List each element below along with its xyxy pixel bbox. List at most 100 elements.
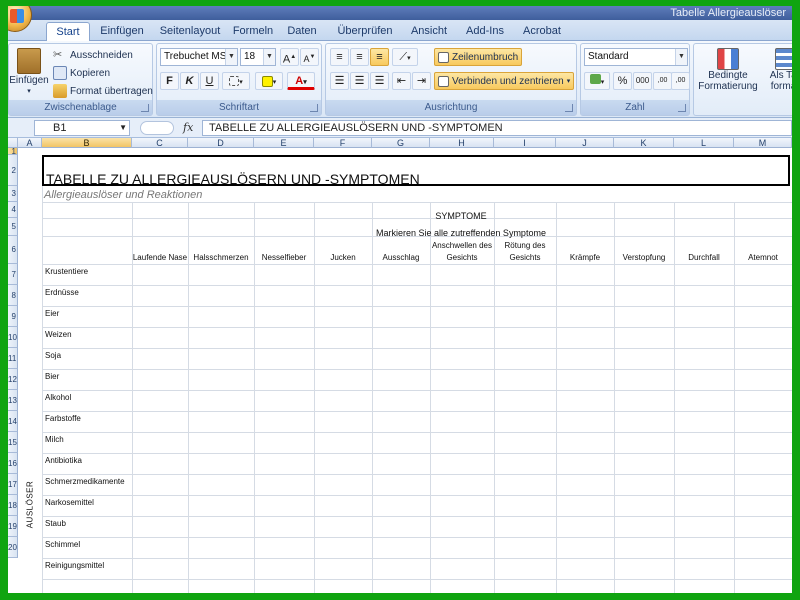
trigger-cell[interactable]: Narkosemittel bbox=[45, 498, 129, 516]
tab-ueberpruefen[interactable]: Überprüfen bbox=[328, 22, 402, 41]
percent-button[interactable]: % bbox=[613, 72, 632, 90]
row-header-14[interactable]: 14 bbox=[8, 411, 18, 432]
row-header-1[interactable]: 1 bbox=[8, 148, 18, 155]
column-header-e[interactable]: E bbox=[254, 138, 314, 148]
row-header-15[interactable]: 15 bbox=[8, 432, 18, 453]
align-center-button[interactable]: ☰ bbox=[350, 72, 369, 90]
alignment-launcher-icon[interactable] bbox=[565, 104, 573, 112]
thousands-button[interactable]: 000 bbox=[633, 72, 652, 90]
column-header-g[interactable]: G bbox=[372, 138, 430, 148]
grow-font-button[interactable]: A▲ bbox=[280, 48, 299, 66]
row-header-9[interactable]: 9 bbox=[8, 306, 18, 327]
symptom-header[interactable]: Ausschlag bbox=[372, 238, 430, 264]
row-header-6[interactable]: 6 bbox=[8, 236, 18, 264]
symptom-header[interactable]: Rötung des Gesichts bbox=[494, 238, 556, 264]
tab-daten[interactable]: Daten bbox=[280, 22, 324, 41]
merge-center-button[interactable]: Verbinden und zentrieren ▾ bbox=[434, 72, 575, 90]
symptom-header[interactable]: Nesselfieber bbox=[254, 238, 314, 264]
underline-button[interactable]: U bbox=[200, 72, 219, 90]
font-launcher-icon[interactable] bbox=[310, 104, 318, 112]
trigger-cell[interactable]: Staub bbox=[45, 519, 129, 537]
row-header-8[interactable]: 8 bbox=[8, 285, 18, 306]
symptom-header[interactable]: Laufende Nase bbox=[132, 238, 188, 264]
symptom-header[interactable]: Krämpfe bbox=[556, 238, 614, 264]
row-header-12[interactable]: 12 bbox=[8, 369, 18, 390]
trigger-cell[interactable]: Schimmel bbox=[45, 540, 129, 558]
copy-button[interactable]: Kopieren bbox=[53, 66, 110, 80]
row-header-16[interactable]: 16 bbox=[8, 453, 18, 474]
column-header-h[interactable]: H bbox=[430, 138, 494, 148]
symptom-header[interactable]: Anschwellen des Gesichts bbox=[430, 238, 494, 264]
cut-button[interactable]: ✂ Ausschneiden bbox=[53, 48, 133, 62]
trigger-cell[interactable]: Schmerzmedikamente bbox=[45, 477, 129, 495]
clipboard-launcher-icon[interactable] bbox=[141, 104, 149, 112]
insert-function-icon[interactable]: fx bbox=[183, 121, 193, 134]
row-header-2[interactable]: 2 bbox=[8, 155, 18, 186]
symptom-header[interactable]: Verstopfung bbox=[614, 238, 674, 264]
symptom-header[interactable]: Halsschmerzen bbox=[188, 238, 254, 264]
number-launcher-icon[interactable] bbox=[678, 104, 686, 112]
shrink-font-button[interactable]: A▼ bbox=[300, 48, 319, 66]
sheet-subtitle[interactable]: Allergieauslöser und Reaktionen bbox=[44, 189, 202, 201]
align-right-button[interactable]: ☰ bbox=[370, 72, 389, 90]
formula-bar-resize-handle[interactable] bbox=[140, 121, 174, 135]
column-header-a[interactable]: A bbox=[18, 138, 42, 148]
column-header-c[interactable]: C bbox=[132, 138, 188, 148]
row-header-20[interactable]: 20 bbox=[8, 537, 18, 558]
trigger-cell[interactable]: Eier bbox=[45, 309, 129, 327]
trigger-cell[interactable]: Antibiotika bbox=[45, 456, 129, 474]
column-header-k[interactable]: K bbox=[614, 138, 674, 148]
align-bottom-button[interactable]: ≡ bbox=[370, 48, 389, 66]
orientation-button[interactable]: ⟋▾ bbox=[392, 48, 418, 66]
row-header-3[interactable]: 3 bbox=[8, 186, 18, 202]
row-header-4[interactable]: 4 bbox=[8, 202, 18, 218]
tab-add-ins[interactable]: Add-Ins bbox=[458, 22, 512, 41]
tab-acrobat[interactable]: Acrobat bbox=[514, 22, 570, 41]
column-header-i[interactable]: I bbox=[494, 138, 556, 148]
row-header-19[interactable]: 19 bbox=[8, 516, 18, 537]
row-header-17[interactable]: 17 bbox=[8, 474, 18, 495]
trigger-cell[interactable]: Farbstoffe bbox=[45, 414, 129, 432]
tab-seitenlayout[interactable]: Seitenlayout bbox=[152, 22, 228, 41]
paste-button[interactable]: Einfügen ▾ bbox=[9, 48, 49, 100]
format-painter-button[interactable]: Format übertragen bbox=[53, 84, 153, 98]
row-header-11[interactable]: 11 bbox=[8, 348, 18, 369]
increase-indent-button[interactable]: ⇥ bbox=[412, 72, 431, 90]
column-header-f[interactable]: F bbox=[314, 138, 372, 148]
row-header-7[interactable]: 7 bbox=[8, 264, 18, 285]
trigger-cell[interactable]: Milch bbox=[45, 435, 129, 453]
symptom-header[interactable]: Durchfall bbox=[674, 238, 734, 264]
symptom-header[interactable]: Atemnot bbox=[734, 238, 792, 264]
font-name-box[interactable]: Trebuchet MS ▼ bbox=[160, 48, 238, 66]
borders-button[interactable]: ▾ bbox=[222, 72, 250, 90]
symptom-header[interactable]: Jucken bbox=[314, 238, 372, 264]
trigger-cell[interactable]: Alkohol bbox=[45, 393, 129, 411]
tab-ansicht[interactable]: Ansicht bbox=[404, 22, 454, 41]
triggers-label-cell[interactable]: AUSLÖSER bbox=[20, 480, 42, 532]
bold-button[interactable]: F bbox=[160, 72, 179, 90]
column-header-j[interactable]: J bbox=[556, 138, 614, 148]
formula-input[interactable]: TABELLE ZU ALLERGIEAUSLÖSERN UND -SYMPTO… bbox=[202, 120, 792, 136]
decrease-indent-button[interactable]: ⇤ bbox=[392, 72, 411, 90]
tab-start[interactable]: Start bbox=[46, 22, 90, 41]
italic-button[interactable]: K bbox=[180, 72, 199, 90]
tab-einfuegen[interactable]: Einfügen bbox=[92, 22, 152, 41]
column-header-b[interactable]: B bbox=[42, 138, 132, 148]
wrap-text-button[interactable]: Zeilenumbruch bbox=[434, 48, 523, 66]
currency-button[interactable]: ▾ bbox=[584, 72, 610, 90]
trigger-cell[interactable]: Reinigungsmittel bbox=[45, 561, 129, 579]
select-all-corner[interactable] bbox=[8, 138, 18, 148]
format-as-table-button[interactable]: Als Tab formati bbox=[766, 48, 792, 92]
align-left-button[interactable]: ☰ bbox=[330, 72, 349, 90]
trigger-cell[interactable]: Bier bbox=[45, 372, 129, 390]
increase-decimal-button[interactable]: ,00 bbox=[653, 72, 672, 90]
font-size-box[interactable]: 18 ▼ bbox=[240, 48, 276, 66]
column-header-m[interactable]: M bbox=[734, 138, 792, 148]
row-header-13[interactable]: 13 bbox=[8, 390, 18, 411]
align-middle-button[interactable]: ≡ bbox=[350, 48, 369, 66]
column-header-l[interactable]: L bbox=[674, 138, 734, 148]
worksheet-grid[interactable]: ABCDEFGHIJKLM 1 2 3 4 5 6 7 8 9 10 11 12 13 14 15 16 17 1… bbox=[8, 138, 792, 593]
align-top-button[interactable]: ≡ bbox=[330, 48, 349, 66]
trigger-cell[interactable]: Soja bbox=[45, 351, 129, 369]
name-box[interactable]: B1 ▼ bbox=[34, 120, 130, 136]
